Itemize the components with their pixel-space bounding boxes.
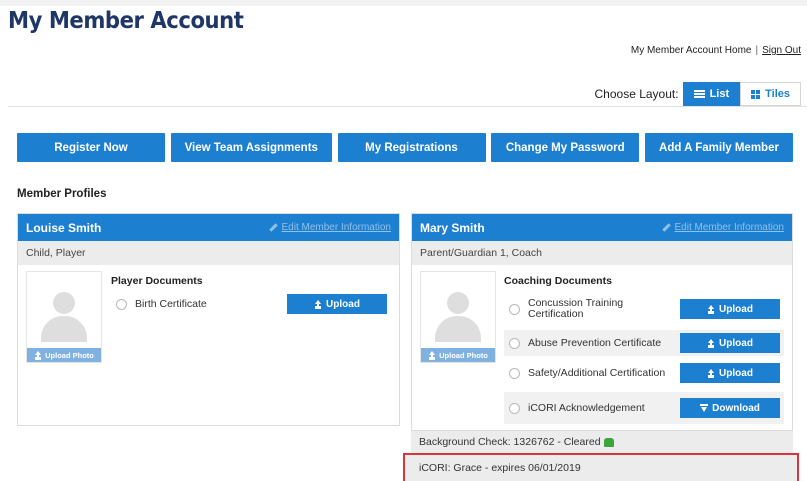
document-radio[interactable] [509,402,520,414]
upload-icon [428,351,436,359]
document-radio[interactable] [116,298,127,310]
member-photo: Upload Photo [26,271,102,363]
upload-button[interactable]: Upload [680,299,780,319]
card-header: Mary Smith Edit Member Information [412,214,792,241]
document-row: Safety/Additional Certification [504,361,676,385]
edit-member-label: Edit Member Information [281,222,392,233]
upload-button-label: Upload [719,337,753,349]
page-title: My Member Account [8,8,244,34]
member-name: Louise Smith [26,220,102,235]
avatar-body [41,316,87,342]
document-label: iCORI Acknowledgement [528,401,645,414]
background-check-text: Background Check: 1326762 - Cleared [419,436,601,448]
upload-photo-button[interactable]: Upload Photo [27,348,101,362]
document-label: Abuse Prevention Certificate [528,336,662,349]
upload-icon [707,369,715,377]
member-name: Mary Smith [420,220,485,235]
top-bar [0,0,807,6]
add-family-member-button[interactable]: Add A Family Member [645,133,793,162]
upload-icon [314,300,322,308]
upload-button[interactable]: Upload [680,333,780,353]
change-password-button[interactable]: Change My Password [491,133,640,162]
document-label: Safety/Additional Certification [528,366,666,379]
document-row: Concussion Training Certification [504,294,676,324]
upload-icon [707,339,715,347]
background-check-status: Background Check: 1326762 - Cleared [411,431,793,453]
thumbs-up-icon [603,437,614,447]
upload-button[interactable]: Upload [287,294,387,314]
action-buttons: Register Now View Team Assignments My Re… [17,133,793,162]
upload-icon [707,305,715,313]
documents-title: Coaching Documents [504,275,612,287]
register-now-button[interactable]: Register Now [17,133,165,162]
icori-status: iCORI: Grace - expires 06/01/2019 [403,453,799,481]
edit-member-label: Edit Member Information [674,222,785,233]
document-label: Birth Certificate [135,297,207,310]
account-home-link[interactable]: My Member Account Home [631,45,752,56]
view-team-assignments-button[interactable]: View Team Assignments [170,133,332,162]
upload-photo-button[interactable]: Upload Photo [421,348,495,362]
upload-button-label: Upload [719,367,753,379]
list-layout-label: List [709,88,730,100]
edit-member-link[interactable]: Edit Member Information [661,222,785,233]
pencil-icon [661,223,671,232]
pencil-icon [268,223,278,232]
member-role: Child, Player [18,241,399,265]
header-divider [8,106,807,107]
document-row: Birth Certificate [116,294,286,314]
member-card-louise: Louise Smith Edit Member Information Chi… [17,213,400,426]
layout-label: Choose Layout: [594,87,679,101]
account-links: My Member Account Home | Sign Out [631,45,801,56]
document-label: Concussion Training Certification [528,297,624,320]
layout-chooser: Choose Layout: List Tiles [594,82,801,106]
member-profiles-heading: Member Profiles [17,188,107,200]
upload-photo-label: Upload Photo [439,350,488,360]
member-role: Parent/Guardian 1, Coach [412,241,792,265]
document-radio[interactable] [509,367,520,379]
card-header: Louise Smith Edit Member Information [18,214,399,241]
documents-title: Player Documents [111,275,203,287]
avatar-icon [447,292,469,314]
upload-button-label: Upload [719,303,753,315]
download-button-label: Download [712,402,760,414]
download-button[interactable]: Download [680,398,780,418]
tiles-layout-button[interactable]: Tiles [740,82,801,106]
my-registrations-button[interactable]: My Registrations [337,133,486,162]
edit-member-link[interactable]: Edit Member Information [268,222,392,233]
upload-photo-label: Upload Photo [45,350,94,360]
list-layout-button[interactable]: List [682,82,741,106]
link-separator: | [755,45,759,56]
download-icon [700,404,709,412]
document-radio[interactable] [509,303,520,315]
avatar-body [435,316,481,342]
icori-text: iCORI: Grace - expires 06/01/2019 [419,462,581,474]
sign-out-link[interactable]: Sign Out [762,45,801,56]
upload-button-label: Upload [326,298,360,310]
tiles-icon [751,89,761,99]
upload-icon [34,351,42,359]
tiles-layout-label: Tiles [765,88,790,100]
list-icon [693,90,705,98]
avatar-icon [53,292,75,314]
member-card-mary: Mary Smith Edit Member Information Paren… [411,213,793,431]
upload-button[interactable]: Upload [680,363,780,383]
member-photo: Upload Photo [420,271,496,363]
document-radio[interactable] [509,337,520,349]
